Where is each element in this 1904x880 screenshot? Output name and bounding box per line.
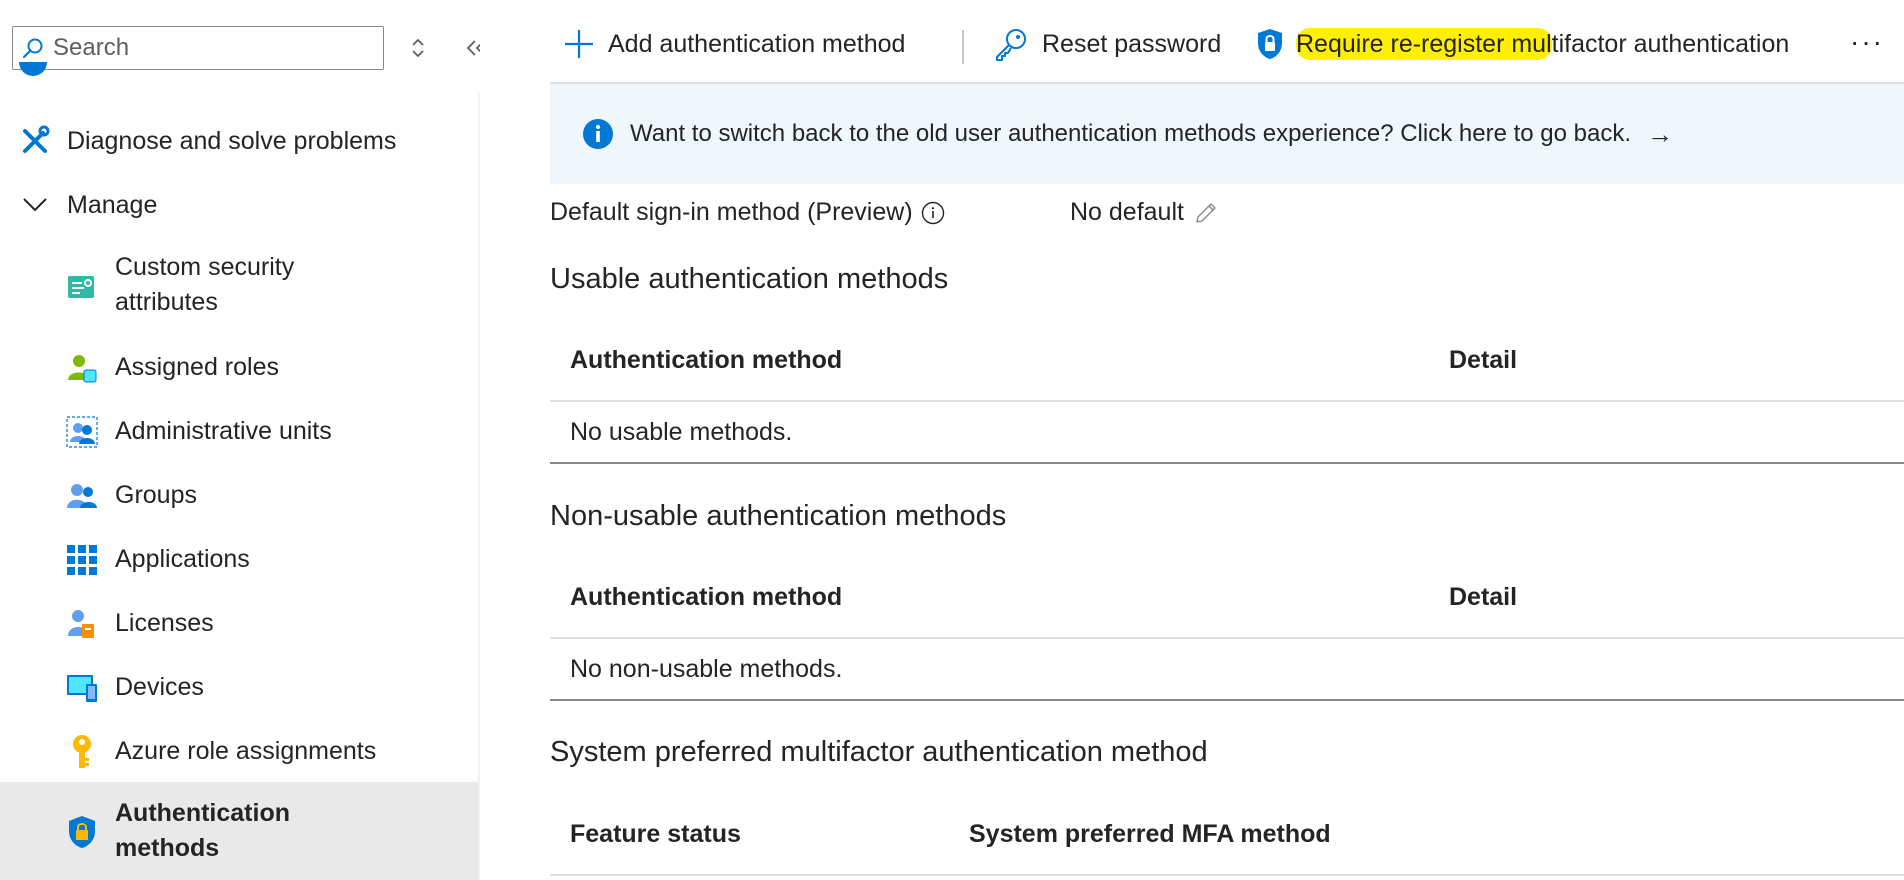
highlighter-mark: Require re-register mul — [1296, 27, 1552, 60]
sidebar-item-label: Authentication methods — [115, 799, 290, 862]
licenses-icon — [66, 608, 98, 640]
shield-lock-icon — [66, 815, 98, 849]
column-header-authentication-method: Authentication method — [570, 346, 843, 374]
key-icon — [68, 734, 96, 770]
table-row: No usable methods. — [550, 402, 1904, 464]
edit-pencil-icon[interactable] — [1194, 201, 1218, 225]
sidebar-item-assigned-roles[interactable]: Assigned roles — [0, 348, 478, 388]
empty-state-text: No usable methods. — [570, 418, 793, 446]
applications-grid-icon — [66, 544, 98, 576]
default-signin-row: Default sign-in method (Preview) — [550, 198, 945, 227]
table-header: Feature status System preferred MFA meth… — [550, 796, 1904, 876]
assigned-roles-icon — [66, 352, 98, 384]
sidebar-item-label: Applications — [115, 545, 250, 573]
main-content: Add authentication method Reset password… — [550, 0, 1904, 880]
partial-nav-icon — [18, 62, 48, 92]
sidebar-item-label: Groups — [115, 481, 197, 509]
custom-security-attributes-icon — [66, 272, 96, 302]
sidebar-group-manage[interactable]: Manage — [0, 186, 478, 226]
nonusable-methods-table: Authentication method Detail No non-usab… — [550, 559, 1904, 701]
table-header: Authentication method Detail — [550, 559, 1904, 639]
sidebar-item-label: Assigned roles — [115, 353, 279, 381]
groups-icon — [66, 480, 98, 512]
key-outline-icon — [994, 27, 1028, 61]
system-preferred-mfa-table: Feature status System preferred MFA meth… — [550, 796, 1904, 876]
sidebar: Diagnose and solve problems Manage Custo… — [0, 0, 480, 880]
usable-methods-table: Authentication method Detail No usable m… — [550, 322, 1904, 464]
sidebar-item-label: Diagnose and solve problems — [67, 127, 397, 155]
wrench-screwdriver-icon — [18, 124, 52, 158]
default-signin-value-row: No default — [1070, 198, 1218, 227]
sidebar-item-label: Licenses — [115, 609, 214, 637]
sort-updown-icon[interactable] — [404, 34, 432, 62]
sidebar-item-azure-role-assignments[interactable]: Azure role assignments — [0, 732, 478, 772]
sidebar-item-applications[interactable]: Applications — [0, 540, 478, 580]
sidebar-item-label: Manage — [67, 191, 158, 219]
shield-lock-icon — [1256, 28, 1284, 60]
usable-methods-title: Usable authentication methods — [550, 263, 949, 295]
table-row: No non-usable methods. — [550, 639, 1904, 701]
require-reregister-mfa-label: Require re-register multifactor authenti… — [1296, 27, 1790, 60]
sidebar-item-devices[interactable]: Devices — [0, 668, 478, 708]
add-authentication-method-label: Add authentication method — [608, 29, 906, 58]
sidebar-item-licenses[interactable]: Licenses — [0, 604, 478, 644]
administrative-units-icon — [66, 416, 98, 448]
column-header-detail: Detail — [1449, 583, 1518, 611]
chevron-down-icon — [22, 192, 48, 218]
search-box[interactable] — [12, 26, 384, 70]
require-reregister-mfa-label-rest: tifactor authentication — [1551, 29, 1790, 58]
devices-icon — [66, 672, 98, 704]
toolbar-divider — [962, 30, 964, 64]
sidebar-item-diagnose[interactable]: Diagnose and solve problems — [0, 122, 478, 162]
info-icon — [582, 118, 614, 150]
arrow-right-icon: → — [1647, 118, 1673, 149]
system-preferred-mfa-title: System preferred multifactor authenticat… — [550, 736, 1208, 768]
column-header-detail: Detail — [1449, 346, 1518, 374]
sidebar-item-authentication-methods[interactable]: Authentication methods — [0, 782, 478, 880]
info-banner[interactable]: Want to switch back to the old user auth… — [550, 84, 1904, 184]
sidebar-item-administrative-units[interactable]: Administrative units — [0, 412, 478, 452]
more-options-icon[interactable]: ··· — [1850, 26, 1884, 58]
reset-password-button[interactable]: Reset password — [994, 26, 1221, 62]
add-authentication-method-button[interactable]: Add authentication method — [564, 26, 905, 62]
sidebar-item-label: Devices — [115, 673, 204, 701]
sidebar-item-groups[interactable]: Groups — [0, 476, 478, 516]
default-signin-label: Default sign-in method (Preview) — [550, 198, 913, 226]
sidebar-item-label: Azure role assignments — [115, 737, 377, 765]
empty-state-text: No non-usable methods. — [570, 655, 843, 683]
column-header-system-preferred-mfa-method: System preferred MFA method — [969, 820, 1331, 848]
nonusable-methods-title: Non-usable authentication methods — [550, 500, 1007, 532]
column-header-authentication-method: Authentication method — [570, 583, 843, 611]
plus-icon — [564, 29, 594, 59]
sidebar-scrollbar[interactable] — [478, 92, 480, 880]
sidebar-item-label: Administrative units — [115, 417, 332, 445]
command-bar: Add authentication method Reset password… — [550, 0, 1904, 84]
collapse-sidebar-icon[interactable] — [462, 34, 480, 62]
table-header: Authentication method Detail — [550, 322, 1904, 402]
reset-password-label: Reset password — [1042, 29, 1222, 58]
sidebar-item-label: Custom security attributes — [115, 253, 295, 316]
sidebar-item-custom-security-attributes[interactable]: Custom security attributes — [0, 250, 478, 322]
column-header-feature-status: Feature status — [570, 820, 741, 848]
info-circle-icon[interactable] — [921, 201, 945, 225]
default-signin-value: No default — [1070, 198, 1184, 226]
search-input[interactable] — [53, 34, 353, 62]
search-icon — [13, 36, 53, 60]
banner-text: Want to switch back to the old user auth… — [630, 120, 1631, 147]
require-reregister-mfa-button[interactable]: Require re-register multifactor authenti… — [1256, 26, 1789, 62]
